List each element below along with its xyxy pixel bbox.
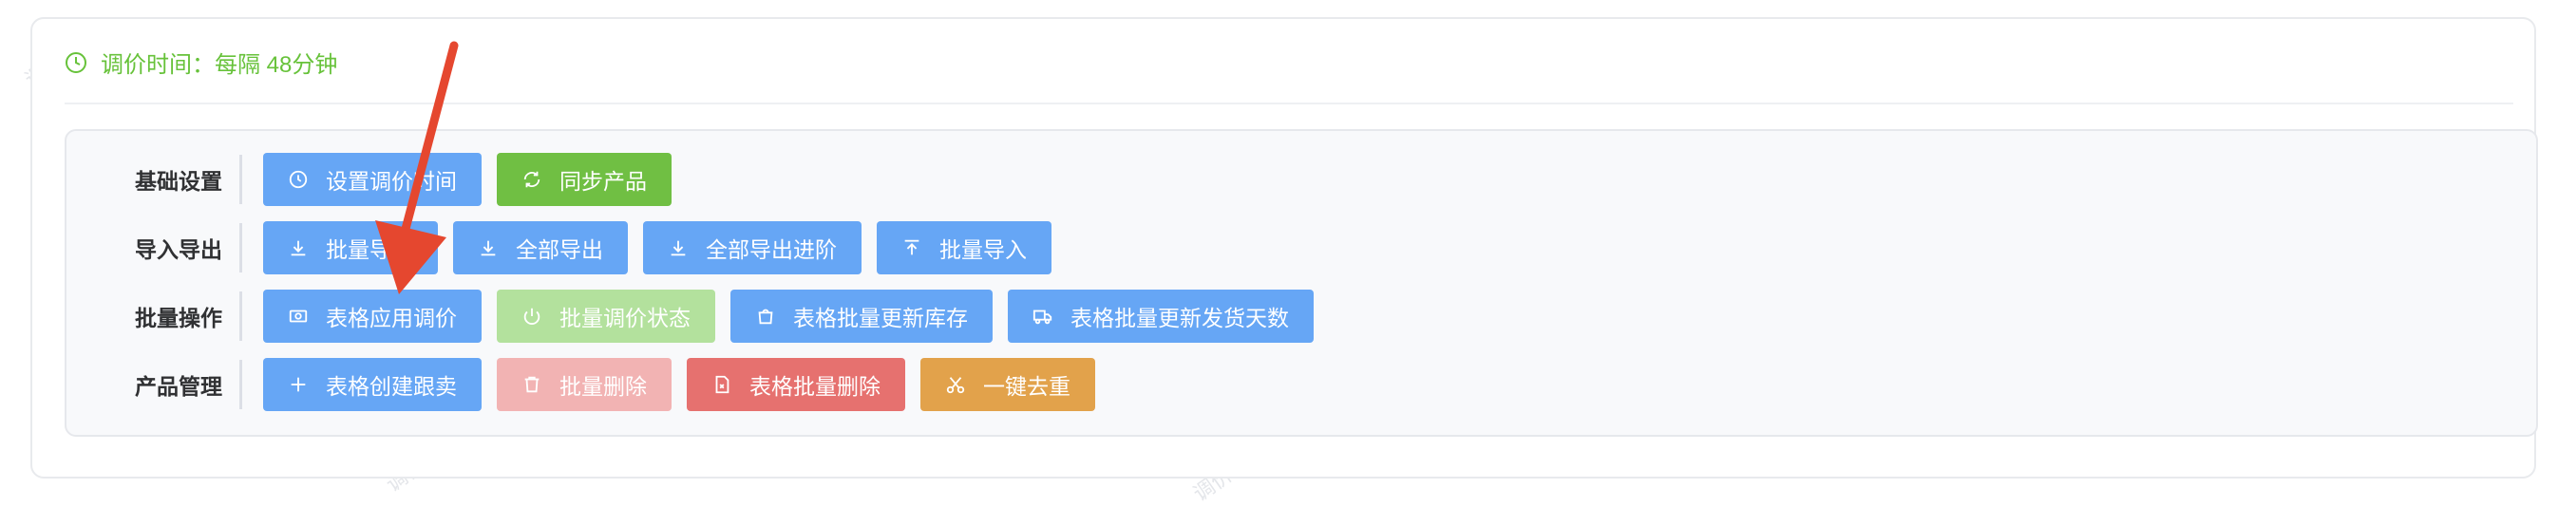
row-label: 导入导出 bbox=[135, 237, 222, 262]
pricing-card: 调价时间：每隔 48分钟 基础设置 设置调价时间 同步产品 导入导出 批量导出 … bbox=[30, 17, 2538, 479]
batch-delete-button[interactable]: 批量删除 bbox=[497, 358, 672, 411]
interval-status: 调价时间：每隔 48分钟 bbox=[65, 46, 337, 79]
row-batch-operations: 批量操作 表格应用调价 批量调价状态 表格批量更新库存 表格批量更新发货天数 bbox=[66, 289, 1329, 344]
truck-icon bbox=[1032, 306, 1053, 327]
export-all-advanced-button[interactable]: 全部导出进阶 bbox=[643, 221, 862, 274]
row-label: 批量操作 bbox=[135, 306, 222, 330]
apply-table-pricing-button[interactable]: 表格应用调价 bbox=[263, 290, 482, 343]
download-icon bbox=[288, 237, 309, 258]
upload-icon bbox=[901, 237, 922, 258]
sync-products-button[interactable]: 同步产品 bbox=[497, 153, 672, 206]
batch-pricing-status-button[interactable]: 批量调价状态 bbox=[497, 290, 715, 343]
interval-text: 调价时间：每隔 48分钟 bbox=[101, 52, 338, 78]
money-icon bbox=[288, 306, 309, 327]
create-follow-sell-button[interactable]: 表格创建跟卖 bbox=[263, 358, 482, 411]
button-label: 表格创建跟卖 bbox=[326, 374, 457, 399]
row-basic-settings: 基础设置 设置调价时间 同步产品 bbox=[66, 152, 687, 207]
trash-icon bbox=[521, 374, 542, 395]
refresh-icon bbox=[521, 169, 542, 190]
button-label: 批量导入 bbox=[939, 237, 1027, 262]
button-label: 批量删除 bbox=[559, 374, 647, 399]
bag-icon bbox=[755, 306, 776, 327]
download-icon bbox=[478, 237, 499, 258]
scissors-icon bbox=[945, 374, 966, 395]
actions-panel: 基础设置 设置调价时间 同步产品 导入导出 批量导出 全部导出 全部导出进阶 批… bbox=[65, 129, 2538, 437]
batch-update-ship-days-button[interactable]: 表格批量更新发货天数 bbox=[1008, 290, 1314, 343]
button-label: 全部导出进阶 bbox=[706, 237, 837, 262]
button-label: 表格应用调价 bbox=[326, 306, 457, 330]
clock-icon bbox=[288, 169, 309, 190]
divider bbox=[65, 103, 2513, 104]
button-label: 同步产品 bbox=[559, 169, 647, 194]
batch-import-button[interactable]: 批量导入 bbox=[877, 221, 1051, 274]
download-icon bbox=[668, 237, 689, 258]
row-product-management: 产品管理 表格创建跟卖 批量删除 表格批量删除 一键去重 bbox=[66, 357, 1110, 412]
button-label: 一键去重 bbox=[983, 374, 1070, 399]
row-label: 基础设置 bbox=[135, 169, 222, 194]
batch-export-button[interactable]: 批量导出 bbox=[263, 221, 438, 274]
export-all-button[interactable]: 全部导出 bbox=[453, 221, 628, 274]
row-separator bbox=[239, 291, 242, 341]
doc-delete-icon bbox=[711, 374, 732, 395]
power-icon bbox=[521, 306, 542, 327]
button-label: 设置调价时间 bbox=[326, 169, 457, 194]
row-separator bbox=[239, 223, 242, 272]
clock-icon bbox=[66, 51, 86, 73]
batch-update-stock-button[interactable]: 表格批量更新库存 bbox=[730, 290, 993, 343]
button-label: 表格批量更新库存 bbox=[793, 306, 968, 330]
row-label: 产品管理 bbox=[135, 374, 222, 399]
row-separator bbox=[239, 360, 242, 409]
dedupe-button[interactable]: 一键去重 bbox=[920, 358, 1095, 411]
button-label: 批量调价状态 bbox=[559, 306, 691, 330]
button-label: 表格批量更新发货天数 bbox=[1070, 306, 1289, 330]
table-batch-delete-button[interactable]: 表格批量删除 bbox=[687, 358, 905, 411]
button-label: 表格批量删除 bbox=[749, 374, 881, 399]
row-separator bbox=[239, 155, 242, 204]
button-label: 批量导出 bbox=[326, 237, 413, 262]
plus-icon bbox=[288, 374, 309, 395]
button-label: 全部导出 bbox=[516, 237, 603, 262]
row-import-export: 导入导出 批量导出 全部导出 全部导出进阶 批量导入 bbox=[66, 220, 1067, 275]
set-interval-button[interactable]: 设置调价时间 bbox=[263, 153, 482, 206]
